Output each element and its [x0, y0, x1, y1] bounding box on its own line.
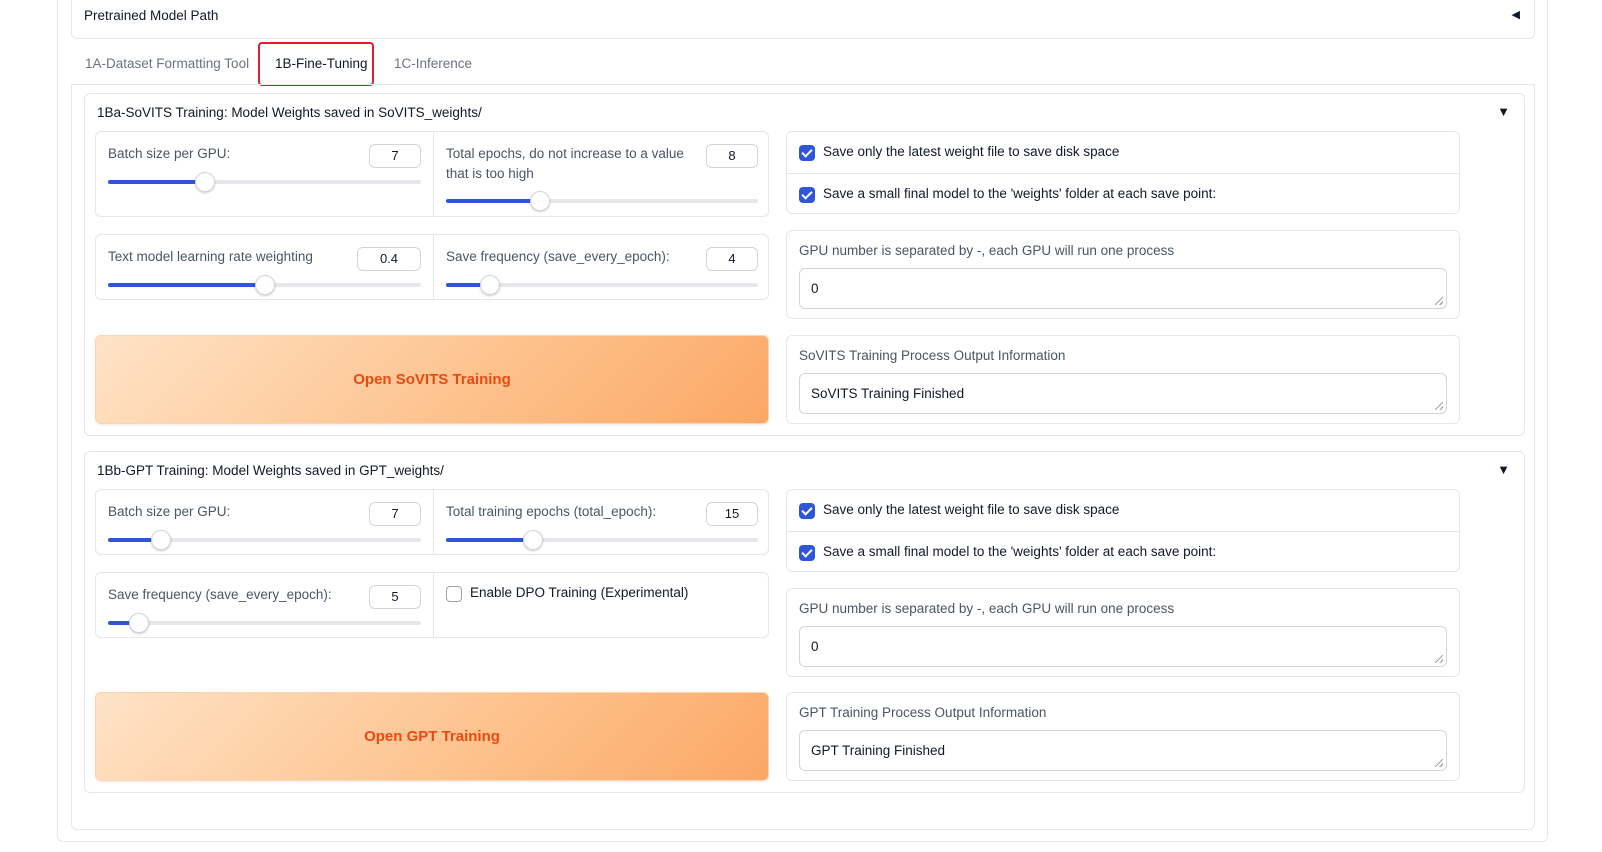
gpu-number-value: 0 [811, 639, 819, 654]
save-latest-checkbox-row[interactable]: Save only the latest weight file to save… [787, 132, 1459, 173]
sovits-output-field: SoVITS Training Process Output Informati… [786, 335, 1460, 424]
active-tab-highlight [258, 42, 374, 86]
collapse-left-icon[interactable]: ◀ [1512, 8, 1520, 21]
save-frequency-track[interactable] [446, 275, 758, 295]
save-frequency-track[interactable] [108, 613, 421, 633]
batch-size-track[interactable] [108, 530, 421, 550]
gpt-slider-row-1: Batch size per GPU: 7 Total training epo… [95, 489, 769, 555]
pretrained-model-path-label: Pretrained Model Path [84, 8, 219, 23]
gpu-number-label: GPU number is separated by -, each GPU w… [799, 601, 1175, 616]
sovits-output-textarea[interactable]: SoVITS Training Finished [799, 373, 1447, 414]
batch-size-track[interactable] [108, 172, 421, 192]
resize-grip-icon[interactable] [1435, 297, 1443, 305]
sovits-slider-row-2: Text model learning rate weighting 0.4 S… [95, 234, 769, 300]
save-frequency-thumb[interactable] [129, 613, 150, 633]
open-gpt-training-button[interactable]: Open GPT Training [95, 692, 769, 781]
total-epochs-input[interactable]: 8 [706, 144, 758, 168]
dpo-training-checkbox[interactable] [446, 586, 462, 602]
gpt-output-value: GPT Training Finished [811, 743, 946, 758]
tab-dataset-formatting[interactable]: 1A-Dataset Formatting Tool [71, 44, 263, 84]
gpu-number-textarea[interactable]: 0 [799, 268, 1447, 309]
sovits-training-accordion: 1Ba-SoVITS Training: Model Weights saved… [84, 93, 1525, 436]
dpo-training-checkbox-row[interactable]: Enable DPO Training (Experimental) [433, 573, 770, 637]
gpt-checkbox-group: Save only the latest weight file to save… [786, 489, 1460, 572]
text-lr-label: Text model learning rate weighting [108, 249, 313, 264]
batch-size-fill [108, 180, 206, 184]
gpu-number-label: GPU number is separated by -, each GPU w… [799, 243, 1175, 258]
gpu-number-textarea[interactable]: 0 [799, 626, 1447, 667]
save-latest-checkbox[interactable] [799, 145, 815, 161]
save-small-model-checkbox-row[interactable]: Save a small final model to the 'weights… [787, 531, 1459, 572]
save-small-model-checkbox[interactable] [799, 545, 815, 561]
save-latest-label: Save only the latest weight file to save… [823, 502, 1120, 517]
sovits-output-label: SoVITS Training Process Output Informati… [799, 348, 1066, 363]
text-lr-track[interactable] [108, 275, 421, 295]
batch-size-input[interactable]: 7 [369, 502, 421, 526]
save-latest-label: Save only the latest weight file to save… [823, 144, 1120, 159]
resize-grip-icon[interactable] [1435, 402, 1443, 410]
collapse-down-icon[interactable]: ▼ [1497, 462, 1510, 477]
save-small-model-label: Save a small final model to the 'weights… [823, 544, 1217, 559]
sovits-checkbox-group: Save only the latest weight file to save… [786, 131, 1460, 214]
batch-size-input[interactable]: 7 [369, 144, 421, 168]
gpt-output-textarea[interactable]: GPT Training Finished [799, 730, 1447, 771]
text-lr-thumb[interactable] [254, 275, 275, 295]
save-small-model-checkbox[interactable] [799, 187, 815, 203]
tab-inference[interactable]: 1C-Inference [380, 44, 486, 84]
text-lr-fill [108, 283, 265, 287]
batch-size-thumb[interactable] [195, 172, 216, 192]
save-latest-checkbox[interactable] [799, 503, 815, 519]
gpt-batch-size-slider: Batch size per GPU: 7 [96, 490, 433, 554]
collapse-down-icon[interactable]: ▼ [1497, 104, 1510, 119]
batch-size-label: Batch size per GPU: [108, 146, 231, 161]
save-small-model-label: Save a small final model to the 'weights… [823, 186, 1217, 201]
batch-size-label: Batch size per GPU: [108, 504, 231, 519]
gpt-total-epochs-slider: Total training epochs (total_epoch): 15 [433, 490, 770, 554]
save-frequency-input[interactable]: 4 [706, 247, 758, 271]
gpt-output-field: GPT Training Process Output Information … [786, 692, 1460, 781]
sovits-slider-row-1: Batch size per GPU: 7 Total epochs, do n… [95, 131, 769, 217]
save-small-model-checkbox-row[interactable]: Save a small final model to the 'weights… [787, 173, 1459, 214]
gpt-slider-row-2: Save frequency (save_every_epoch): 5 Ena… [95, 572, 769, 638]
text-lr-weighting-slider: Text model learning rate weighting 0.4 [96, 235, 433, 299]
total-epochs-label: Total epochs, do not increase to a value… [446, 146, 684, 181]
sovits-output-value: SoVITS Training Finished [811, 386, 965, 401]
dpo-training-label: Enable DPO Training (Experimental) [470, 585, 689, 600]
total-epochs-fill [446, 199, 540, 203]
sovits-gpu-number-field: GPU number is separated by -, each GPU w… [786, 230, 1460, 319]
total-epochs-fill [446, 538, 534, 542]
save-frequency-label: Save frequency (save_every_epoch): [446, 249, 670, 264]
save-frequency-thumb[interactable] [479, 275, 500, 295]
text-lr-input[interactable]: 0.4 [357, 247, 421, 271]
resize-grip-icon[interactable] [1435, 759, 1443, 767]
sovits-title: 1Ba-SoVITS Training: Model Weights saved… [97, 105, 482, 120]
total-epochs-label: Total training epochs (total_epoch): [446, 504, 657, 519]
resize-grip-icon[interactable] [1435, 655, 1443, 663]
total-epochs-thumb[interactable] [529, 191, 550, 211]
total-epochs-thumb[interactable] [523, 530, 544, 550]
gpu-number-value: 0 [811, 281, 819, 296]
gpt-output-label: GPT Training Process Output Information [799, 705, 1047, 720]
save-latest-checkbox-row[interactable]: Save only the latest weight file to save… [787, 490, 1459, 531]
save-frequency-label: Save frequency (save_every_epoch): [108, 587, 332, 602]
gpt-training-accordion: 1Bb-GPT Training: Model Weights saved in… [84, 451, 1525, 793]
pretrained-model-path-accordion[interactable]: Pretrained Model Path ◀ [71, 0, 1535, 39]
total-epochs-track[interactable] [446, 530, 758, 550]
sovits-batch-size-slider: Batch size per GPU: 7 [96, 132, 433, 216]
gpt-save-frequency-slider: Save frequency (save_every_epoch): 5 [96, 573, 433, 637]
gpt-title: 1Bb-GPT Training: Model Weights saved in… [97, 463, 444, 478]
total-epochs-track[interactable] [446, 191, 758, 211]
batch-size-thumb[interactable] [151, 530, 172, 550]
save-frequency-input[interactable]: 5 [369, 585, 421, 609]
total-epochs-input[interactable]: 15 [706, 502, 758, 526]
sovits-total-epochs-slider: Total epochs, do not increase to a value… [433, 132, 770, 216]
sovits-save-frequency-slider: Save frequency (save_every_epoch): 4 [433, 235, 770, 299]
open-sovits-training-button[interactable]: Open SoVITS Training [95, 335, 769, 424]
gpt-gpu-number-field: GPU number is separated by -, each GPU w… [786, 588, 1460, 677]
